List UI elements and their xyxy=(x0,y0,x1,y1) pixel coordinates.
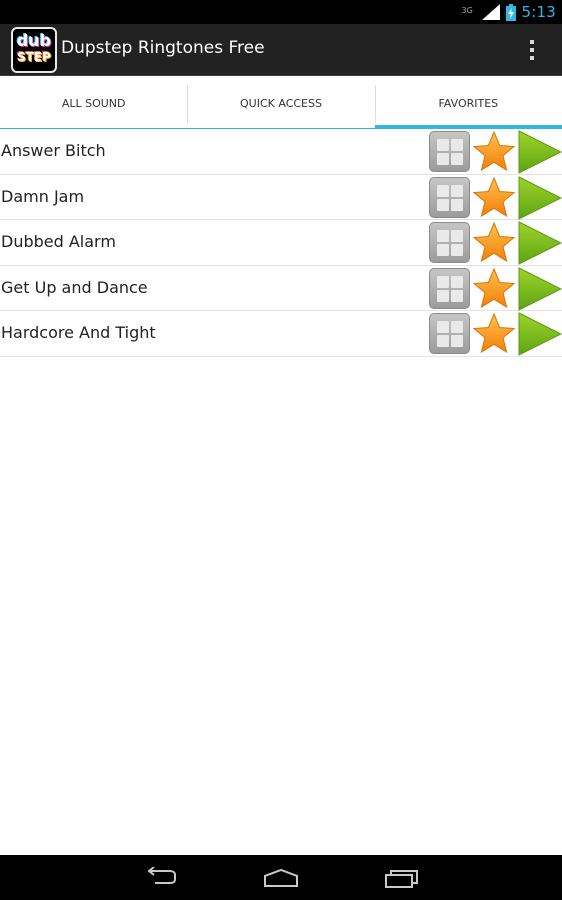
tab-label: QUICK ACCESS xyxy=(240,96,322,110)
list-item[interactable]: Get Up and Dance xyxy=(0,266,562,312)
list-item[interactable]: Answer Bitch xyxy=(0,129,562,175)
app-logo[interactable]: dub STEP xyxy=(11,27,57,73)
ringtone-name: Damn Jam xyxy=(1,186,85,206)
grid-icon[interactable] xyxy=(429,176,470,218)
overflow-menu-icon[interactable] xyxy=(524,38,540,62)
app-logo-line2: STEP xyxy=(17,50,51,64)
ringtone-name: Hardcore And Tight xyxy=(1,323,156,343)
app-logo-line1: dub xyxy=(16,31,52,50)
grid-icon[interactable] xyxy=(429,131,470,172)
tab-all-sound[interactable]: ALL SOUND xyxy=(0,77,188,129)
tab-bar: ALL SOUND QUICK ACCESS FAVORITES xyxy=(0,77,562,129)
ringtone-name: Answer Bitch xyxy=(1,141,106,160)
grid-icon[interactable] xyxy=(429,313,470,355)
tab-quick-access[interactable]: QUICK ACCESS xyxy=(187,77,375,129)
clock: 5:13 xyxy=(521,3,556,21)
app-title: Dupstep Ringtones Free xyxy=(61,38,265,58)
tab-favorites[interactable]: FAVORITES xyxy=(374,77,562,129)
home-icon[interactable] xyxy=(263,868,299,888)
ringtone-name: Get Up and Dance xyxy=(1,277,148,297)
battery-charging-icon xyxy=(505,3,516,21)
list-item[interactable]: Damn Jam xyxy=(0,175,562,221)
play-icon[interactable] xyxy=(517,221,562,265)
play-icon[interactable] xyxy=(517,130,562,174)
star-icon[interactable] xyxy=(472,176,516,220)
star-icon[interactable] xyxy=(472,130,516,174)
list-item[interactable]: Dubbed Alarm xyxy=(0,220,562,266)
tab-label: ALL SOUND xyxy=(61,96,126,110)
grid-icon[interactable] xyxy=(429,267,470,309)
ringtone-name: Dubbed Alarm xyxy=(1,232,116,252)
recent-apps-icon[interactable] xyxy=(384,867,420,889)
action-bar: dub STEP Dupstep Ringtones Free xyxy=(0,24,562,76)
back-icon[interactable] xyxy=(145,867,179,887)
star-icon[interactable] xyxy=(472,267,516,311)
network-type: 3G xyxy=(461,6,473,15)
star-icon[interactable] xyxy=(472,312,516,356)
ringtone-list: Answer Bitch Damn Jam Dubbed Alarm Get U… xyxy=(0,129,562,357)
status-bar: 3G 5:13 xyxy=(0,0,562,24)
tab-label: FAVORITES xyxy=(438,96,499,110)
play-icon[interactable] xyxy=(517,312,562,357)
star-icon[interactable] xyxy=(472,221,516,265)
list-item[interactable]: Hardcore And Tight xyxy=(0,311,562,357)
signal-icon: 3G xyxy=(462,4,500,20)
play-icon[interactable] xyxy=(517,175,562,220)
navigation-bar xyxy=(0,855,562,900)
play-icon[interactable] xyxy=(517,266,562,311)
grid-icon[interactable] xyxy=(429,222,470,264)
